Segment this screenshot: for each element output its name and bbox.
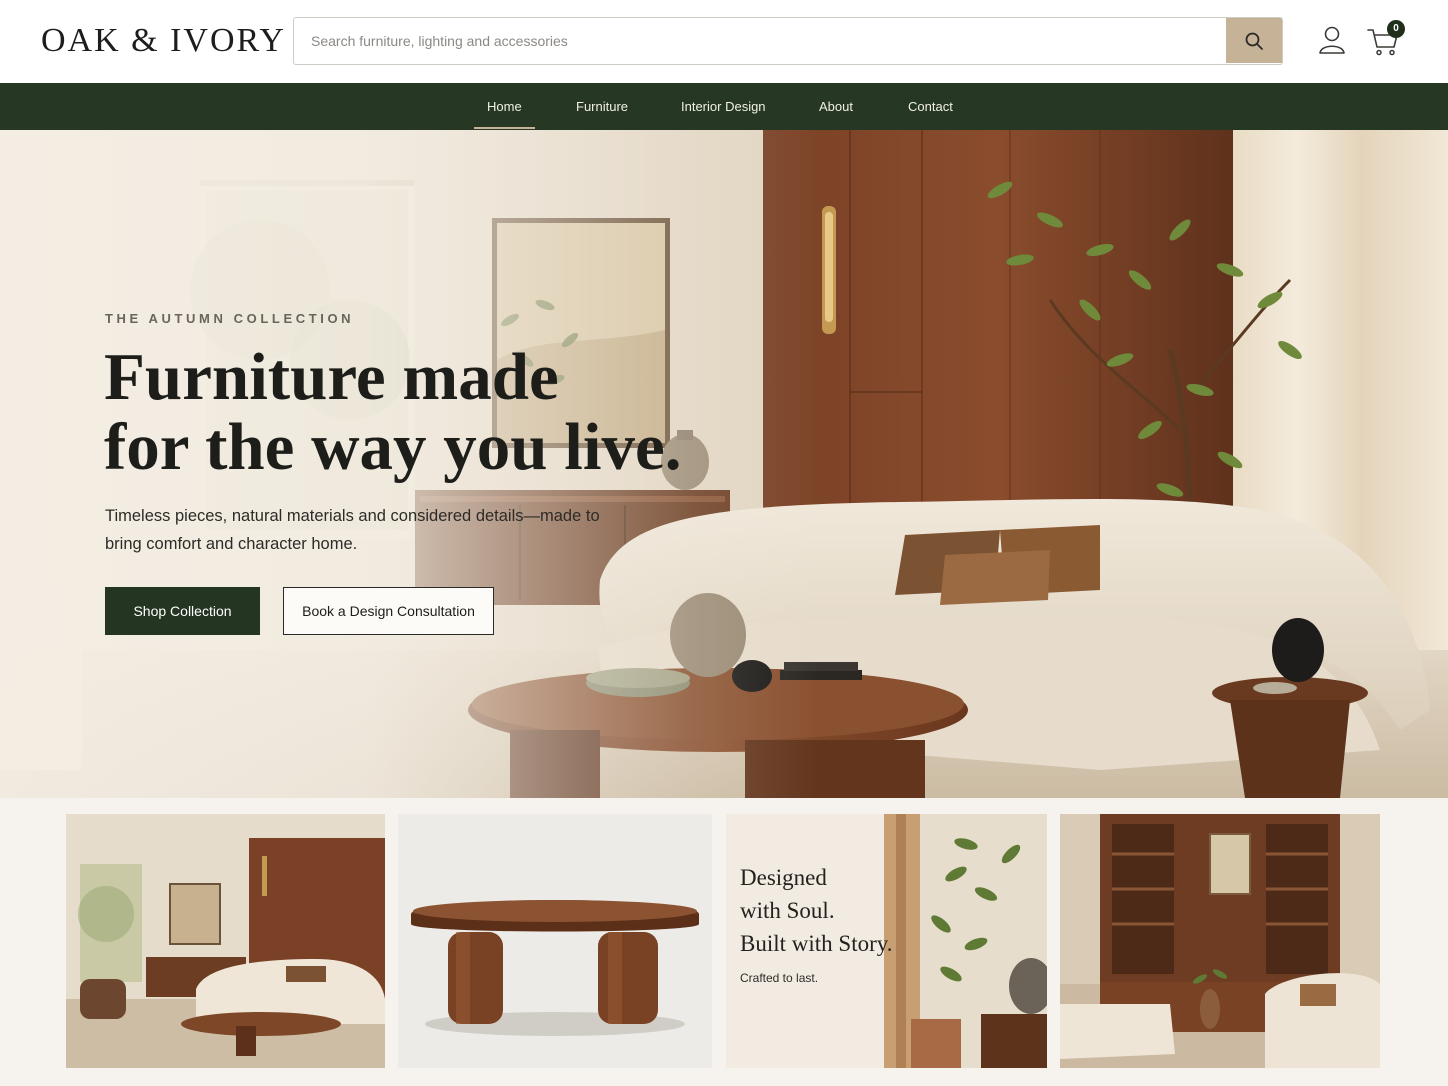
hero-headline: Furniture made for the way you live. bbox=[104, 342, 744, 482]
tile-living-room[interactable] bbox=[66, 814, 385, 1068]
hero-headline-line-1: Furniture made bbox=[104, 340, 559, 414]
coffee-table-product-image bbox=[398, 814, 712, 1068]
shop-collection-button[interactable]: Shop Collection bbox=[105, 587, 260, 635]
nav-about[interactable]: About bbox=[819, 83, 853, 130]
account-button[interactable] bbox=[1316, 24, 1348, 56]
site-header: OAK & IVORY 0 bbox=[0, 0, 1448, 83]
user-icon bbox=[1319, 26, 1345, 54]
living-room-thumbnail-image bbox=[66, 814, 385, 1068]
brand-story-subline: Crafted to last. bbox=[740, 971, 819, 985]
shelving-room-thumbnail-image bbox=[1060, 814, 1380, 1068]
feature-tiles: Designed with Soul. Built with Story. Cr… bbox=[0, 798, 1448, 1086]
search-input[interactable] bbox=[294, 18, 1227, 63]
hero-banner: THE AUTUMN COLLECTION Furniture made for… bbox=[0, 130, 1448, 798]
tile-shelving-room[interactable] bbox=[1060, 814, 1380, 1068]
search-bar bbox=[293, 17, 1283, 65]
brand-logo[interactable]: OAK & IVORY bbox=[41, 22, 286, 60]
nav-home[interactable]: Home bbox=[474, 83, 535, 130]
nav-interior-design[interactable]: Interior Design bbox=[681, 83, 766, 130]
cart-count-badge: 0 bbox=[1387, 20, 1405, 38]
search-button[interactable] bbox=[1226, 18, 1282, 63]
main-nav: Home Furniture Interior Design About Con… bbox=[0, 83, 1448, 130]
brand-story-line-1: Designed bbox=[740, 865, 827, 890]
brand-story-line-2: with Soul. bbox=[740, 898, 835, 923]
search-icon bbox=[1245, 32, 1263, 50]
tile-coffee-table[interactable] bbox=[398, 814, 712, 1068]
tile-brand-story[interactable]: Designed with Soul. Built with Story. Cr… bbox=[726, 814, 1047, 1068]
brand-story-title: Designed with Soul. Built with Story. bbox=[740, 861, 893, 960]
hero-eyebrow: THE AUTUMN COLLECTION bbox=[105, 311, 355, 326]
hero-headline-line-2: for the way you live. bbox=[104, 410, 682, 484]
book-consultation-button[interactable]: Book a Design Consultation bbox=[283, 587, 494, 635]
nav-contact[interactable]: Contact bbox=[908, 83, 953, 130]
hero-subcopy: Timeless pieces, natural materials and c… bbox=[105, 507, 600, 553]
brand-story-line-3: Built with Story. bbox=[740, 931, 893, 956]
nav-furniture[interactable]: Furniture bbox=[576, 83, 628, 130]
